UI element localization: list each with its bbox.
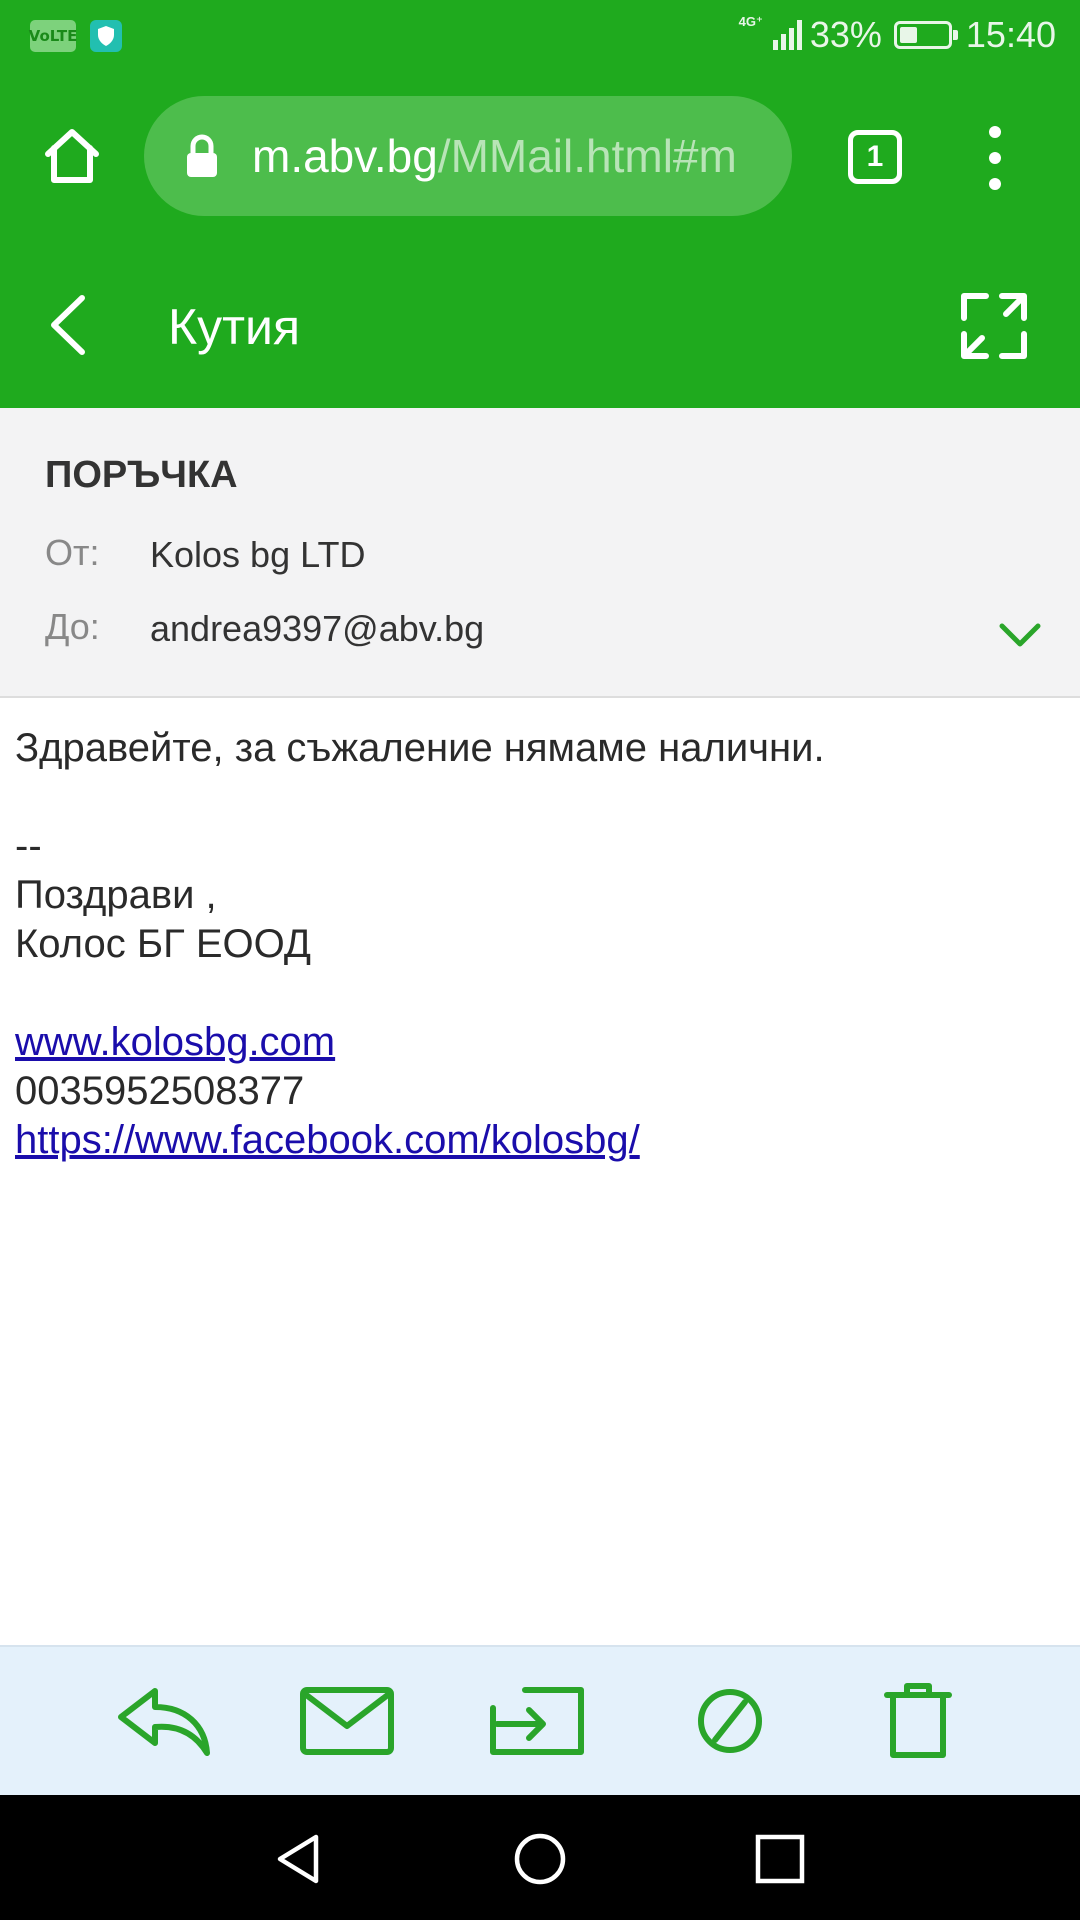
to-value[interactable]: andrea9397@abv.bg <box>150 608 484 650</box>
battery-percent: 33% <box>809 14 882 55</box>
status-bar: VoLTE 4G⁺ 33% 15:40 <box>0 0 1080 72</box>
battery-level <box>899 27 918 43</box>
url-host: m.abv.bg <box>252 130 438 182</box>
url-path: /MMail.html#m <box>437 130 737 182</box>
message-body: Здравейте, за съжаление нямаме налични. … <box>15 724 1065 1165</box>
signature-greeting: Поздрави , <box>15 873 217 917</box>
nav-home-icon[interactable] <box>512 1831 568 1887</box>
signature-separator: -- <box>15 824 42 868</box>
network-type: 4G⁺ <box>738 14 763 29</box>
url-text: m.abv.bg/MMail.html#m <box>252 129 764 183</box>
reply-icon[interactable] <box>115 1681 215 1761</box>
facebook-link[interactable]: https://www.facebook.com/kolosbg/ <box>15 1116 640 1165</box>
signature-phone: 0035952508377 <box>15 1069 305 1113</box>
from-value[interactable]: Kolos bg LTD <box>150 534 365 576</box>
browser-toolbar: m.abv.bg/MMail.html#m 1 <box>0 72 1080 242</box>
nav-recents-icon[interactable] <box>752 1831 808 1887</box>
page-title: Кутия <box>168 299 301 355</box>
chevron-down-icon[interactable] <box>996 618 1044 654</box>
nav-back-icon[interactable] <box>272 1831 328 1887</box>
message-header: ПОРЪЧКА От: Kolos bg LTD До: andrea9397@… <box>0 408 1080 698</box>
spam-icon[interactable] <box>680 1681 780 1761</box>
message-actions-bar <box>0 1645 1080 1795</box>
to-label: До: <box>45 606 100 647</box>
app-header: Кутия <box>0 242 1080 408</box>
home-icon[interactable] <box>40 124 104 188</box>
signature-company: Колос БГ ЕООД <box>15 922 311 966</box>
back-arrow-icon[interactable] <box>40 290 100 360</box>
clock: 15:40 <box>965 14 1056 55</box>
tabs-icon[interactable]: 1 <box>848 130 902 184</box>
from-label: От: <box>45 532 100 573</box>
overflow-menu-icon[interactable] <box>980 126 1010 190</box>
security-shield-icon <box>90 20 122 52</box>
address-bar[interactable]: m.abv.bg/MMail.html#m <box>144 96 792 216</box>
signal-strength-icon <box>772 20 802 50</box>
volte-icon: VoLTE <box>29 20 77 52</box>
lock-icon <box>186 134 218 178</box>
message-subject: ПОРЪЧКА <box>45 454 238 496</box>
mark-unread-icon[interactable] <box>297 1681 397 1761</box>
battery-icon <box>893 21 958 49</box>
system-navigation-bar <box>0 1795 1080 1920</box>
body-text-line: Здравейте, за съжаление нямаме налични. <box>15 726 825 770</box>
delete-icon[interactable] <box>868 1681 968 1761</box>
website-link[interactable]: www.kolosbg.com <box>15 1018 335 1067</box>
fullscreen-icon[interactable] <box>960 292 1028 360</box>
move-icon[interactable] <box>487 1681 587 1761</box>
